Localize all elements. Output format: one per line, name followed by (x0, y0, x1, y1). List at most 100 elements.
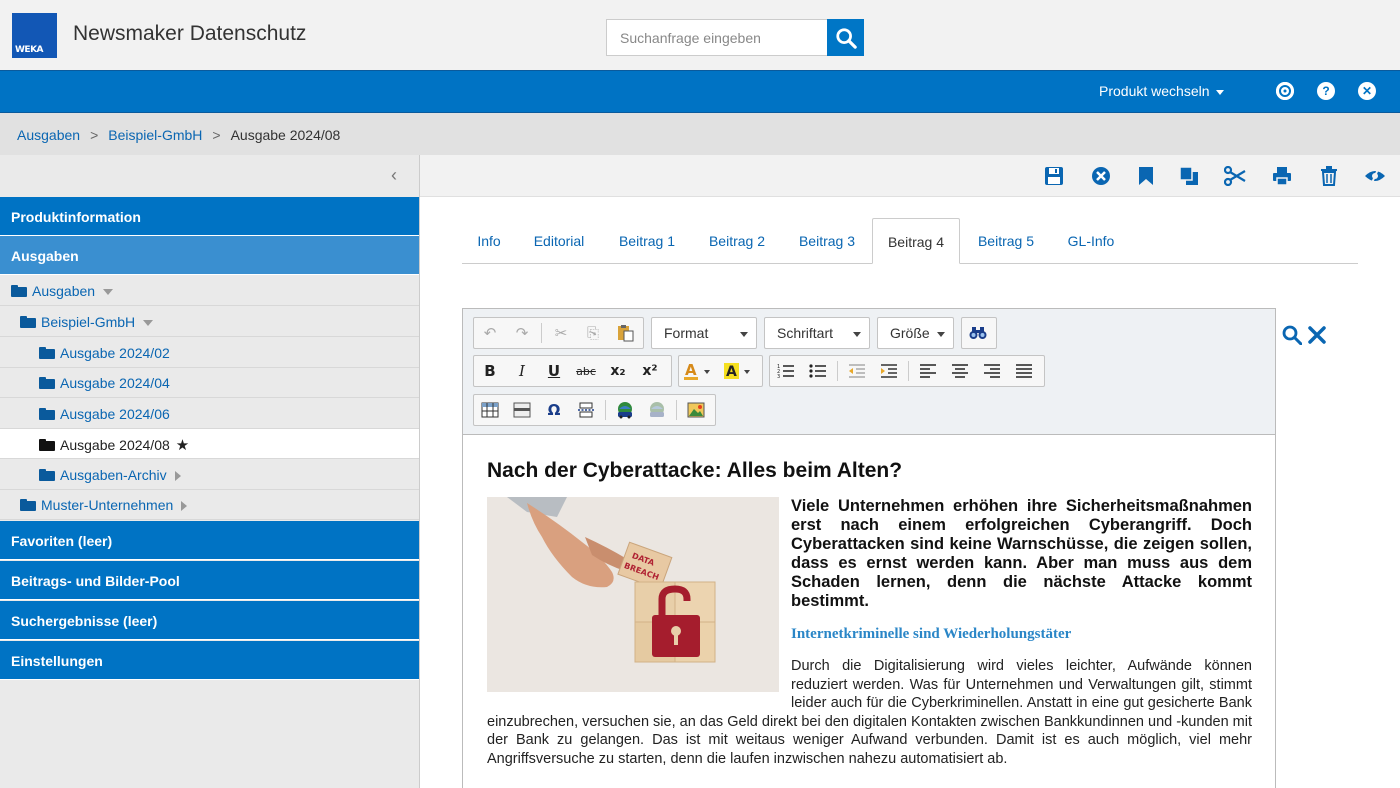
sidebar-section-produktinformation[interactable]: Produktinformation (0, 197, 419, 236)
unlink-icon[interactable] (641, 395, 673, 425)
align-center-icon[interactable] (944, 356, 976, 386)
image-icon[interactable] (680, 395, 712, 425)
folder-icon (39, 377, 55, 389)
table-icon[interactable] (474, 395, 506, 425)
binoculars-icon[interactable] (962, 318, 994, 348)
bold-button[interactable]: B (474, 356, 506, 386)
sidebar-section-favoriten[interactable]: Favoriten (leer) (0, 521, 419, 560)
tree-item-label: Ausgabe 2024/02 (60, 345, 170, 361)
highlight-color-icon[interactable]: A (719, 356, 759, 386)
tree-item-ausgabe-2024-08[interactable]: Ausgabe 2024/08 ★ (0, 429, 419, 459)
text-color-icon[interactable]: A (679, 356, 719, 386)
tree-item-beispiel-gmbh[interactable]: Beispiel-GmbH (0, 307, 419, 337)
close-icon[interactable] (1308, 325, 1326, 345)
format-dropdown[interactable]: Format (651, 317, 757, 349)
sidebar-section-pool[interactable]: Beitrags- und Bilder-Pool (0, 561, 419, 600)
horizontal-line-icon[interactable] (506, 395, 538, 425)
bookmark-icon[interactable] (1135, 165, 1157, 187)
italic-button[interactable]: I (506, 356, 538, 386)
color-group: A A (678, 355, 763, 387)
sidebar-section-suchergebnisse[interactable]: Suchergebnisse (leer) (0, 601, 419, 640)
search-button[interactable] (827, 19, 864, 56)
star-icon[interactable]: ★ (176, 437, 189, 454)
underline-button[interactable]: U (538, 356, 570, 386)
cut-icon[interactable] (1224, 165, 1246, 187)
font-size-dropdown[interactable]: Größe (877, 317, 954, 349)
tab-beitrag-3[interactable]: Beitrag 3 (786, 218, 868, 264)
tree-item-ausgabe-2024-02[interactable]: Ausgabe 2024/02 (0, 338, 419, 368)
search-icon[interactable] (1282, 325, 1302, 345)
print-icon[interactable] (1271, 165, 1293, 187)
tree-item-ausgaben[interactable]: Ausgaben (0, 276, 419, 306)
folder-open-icon (20, 316, 36, 328)
collapse-sidebar-icon[interactable]: ‹ (391, 165, 397, 186)
chevron-down-icon[interactable] (103, 289, 114, 296)
tree-item-label: Beispiel-GmbH (41, 314, 136, 330)
redo-icon[interactable]: ↷ (506, 318, 538, 348)
tree-item-label: Ausgaben-Archiv (60, 467, 167, 483)
copy-icon[interactable]: ⎘ (577, 318, 609, 348)
paragraph-group: 123 (769, 355, 1045, 387)
paste-icon[interactable] (609, 318, 641, 348)
outdent-icon[interactable] (841, 356, 873, 386)
tree-item-muster-unternehmen[interactable]: Muster-Unternehmen (0, 490, 419, 520)
weka-logo[interactable]: WEKA (12, 13, 57, 58)
rich-text-editor: ↶ ↷ ✂ ⎘ Format Schriftart Größe B I U ab… (462, 308, 1276, 788)
tab-beitrag-2[interactable]: Beitrag 2 (696, 218, 778, 264)
document-toolbar (420, 155, 1400, 197)
indent-icon[interactable] (873, 356, 905, 386)
cancel-icon[interactable] (1090, 165, 1112, 187)
editor-content[interactable]: Nach der Cyberattacke: Alles beim Alten?… (487, 459, 1252, 768)
svg-text:A: A (726, 364, 737, 380)
editor-side-tools (1282, 325, 1326, 345)
save-icon[interactable] (1043, 165, 1065, 187)
font-family-dropdown[interactable]: Schriftart (764, 317, 870, 349)
tab-gl-info[interactable]: GL-Info (1056, 218, 1126, 264)
search-input[interactable] (606, 19, 828, 56)
special-char-icon[interactable]: Ω (538, 395, 570, 425)
tree-item-ausgaben-archiv[interactable]: Ausgaben-Archiv (0, 460, 419, 490)
tab-editorial[interactable]: Editorial (521, 218, 597, 264)
tree-item-ausgabe-2024-06[interactable]: Ausgabe 2024/06 (0, 399, 419, 429)
breadcrumb-separator: > (90, 127, 99, 143)
find-group (961, 317, 997, 349)
article-tabs: Info Editorial Beitrag 1 Beitrag 2 Beitr… (462, 218, 1358, 264)
sidebar-section-ausgaben[interactable]: Ausgaben (0, 236, 419, 275)
tree-item-ausgabe-2024-04[interactable]: Ausgabe 2024/04 (0, 368, 419, 398)
page-break-icon[interactable] (570, 395, 602, 425)
divider (605, 400, 606, 420)
close-icon[interactable]: ✕ (1358, 82, 1376, 100)
top-nav-bar: Produkt wechseln ? ✕ (0, 70, 1400, 113)
chevron-down-icon[interactable] (143, 320, 154, 327)
cut-icon[interactable]: ✂ (545, 318, 577, 348)
breadcrumb-beispiel-gmbh[interactable]: Beispiel-GmbH (108, 127, 202, 143)
tab-beitrag-1[interactable]: Beitrag 1 (606, 218, 688, 264)
delete-icon[interactable] (1318, 165, 1340, 187)
tab-beitrag-4[interactable]: Beitrag 4 (872, 218, 960, 264)
align-right-icon[interactable] (976, 356, 1008, 386)
subscript-button[interactable]: x₂ (602, 356, 634, 386)
breadcrumb-ausgaben[interactable]: Ausgaben (17, 127, 80, 143)
align-justify-icon[interactable] (1008, 356, 1040, 386)
ordered-list-icon[interactable]: 123 (770, 356, 802, 386)
copy-icon[interactable] (1178, 165, 1200, 187)
unordered-list-icon[interactable] (802, 356, 834, 386)
link-icon[interactable] (609, 395, 641, 425)
strikethrough-button[interactable]: abc (570, 356, 602, 386)
article-image[interactable]: DATA BREACH (487, 497, 779, 692)
superscript-button[interactable]: x² (634, 356, 666, 386)
svg-text:3: 3 (777, 374, 780, 379)
tab-beitrag-5[interactable]: Beitrag 5 (965, 218, 1047, 264)
chevron-right-icon[interactable] (181, 501, 188, 512)
help-icon[interactable]: ? (1317, 82, 1335, 100)
preview-hide-icon[interactable] (1364, 165, 1386, 187)
settings-icon[interactable] (1276, 82, 1294, 100)
sidebar-section-einstellungen[interactable]: Einstellungen (0, 641, 419, 680)
undo-icon[interactable]: ↶ (474, 318, 506, 348)
align-left-icon[interactable] (912, 356, 944, 386)
product-switch-dropdown[interactable]: Produkt wechseln (1099, 83, 1224, 99)
tab-info[interactable]: Info (462, 218, 516, 264)
chevron-down-icon (1215, 89, 1224, 95)
chevron-right-icon[interactable] (174, 471, 181, 482)
search-icon (835, 27, 857, 49)
